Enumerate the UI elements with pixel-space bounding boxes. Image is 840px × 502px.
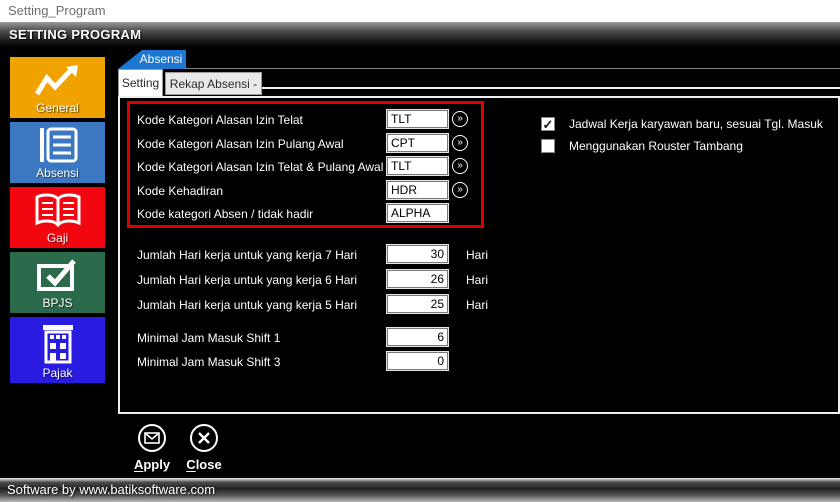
sidebar-item-label: Absensi xyxy=(36,166,79,183)
field-suffix: Hari xyxy=(466,273,488,287)
sidebar-item-label: BPJS xyxy=(42,296,72,313)
building-icon xyxy=(36,322,80,364)
attendance-list-icon xyxy=(36,126,80,164)
field-suffix: Hari xyxy=(466,248,488,262)
field-label: Kode Kategori Alasan Izin Pulang Awal xyxy=(137,137,344,151)
minimal-jam-shift1-input[interactable] xyxy=(387,328,448,346)
hari-kerja-5-input[interactable] xyxy=(387,295,448,313)
field-label: Jumlah Hari kerja untuk yang kerja 5 Har… xyxy=(137,298,357,312)
kode-izin-telat-pulang-input[interactable] xyxy=(387,157,448,175)
footer-bar: Software by www.batiksoftware.com xyxy=(0,478,840,502)
sidebar-item-label: Gaji xyxy=(47,231,68,248)
apply-button-label: Apply xyxy=(134,457,170,472)
close-button-label: Close xyxy=(186,457,221,472)
field-label: Jumlah Hari kerja untuk yang kerja 6 Har… xyxy=(137,273,357,287)
sidebar-item-pajak[interactable]: Pajak xyxy=(10,317,105,383)
field-label: Kode Kategori Alasan Izin Telat & Pulang… xyxy=(137,160,383,174)
field-label: Minimal Jam Masuk Shift 1 xyxy=(137,331,280,345)
kode-absen-input[interactable] xyxy=(387,204,448,222)
checked-box-icon xyxy=(35,256,81,294)
close-button[interactable]: Close xyxy=(180,423,228,472)
footer-text: Software by www.batiksoftware.com xyxy=(0,478,215,502)
hari-kerja-6-input[interactable] xyxy=(387,270,448,288)
field-label: Kode Kategori Alasan Izin Telat xyxy=(137,113,303,127)
hari-kerja-7-input[interactable] xyxy=(387,245,448,263)
field-label: Minimal Jam Masuk Shift 3 xyxy=(137,355,280,369)
field-label: Kode Kehadiran xyxy=(137,184,223,198)
checkbox-label: Menggunakan Rouster Tambang xyxy=(569,139,743,153)
tabstrip-top-line xyxy=(185,68,840,69)
tab-setting[interactable]: Setting xyxy=(118,69,163,96)
page-title: SETTING PROGRAM xyxy=(0,22,141,48)
x-circle-icon xyxy=(189,423,219,453)
tab-absensi[interactable]: Absensi xyxy=(118,50,186,69)
sidebar-item-general[interactable]: General xyxy=(10,57,105,118)
checkbox-jadwal-kerja[interactable]: ✓ xyxy=(541,117,555,131)
field-label: Kode kategori Absen / tidak hadir xyxy=(137,207,313,221)
kode-izin-telat-input[interactable] xyxy=(387,110,448,128)
window-title: Setting_Program xyxy=(8,3,106,18)
envelope-circle-icon xyxy=(137,423,167,453)
sidebar-item-bpjs[interactable]: BPJS xyxy=(10,252,105,313)
window-titlebar: Setting_Program xyxy=(0,0,840,22)
minimal-jam-shift3-input[interactable] xyxy=(387,352,448,370)
sidebar-item-gaji[interactable]: Gaji xyxy=(10,187,105,248)
lookup-icon[interactable]: » xyxy=(452,158,468,174)
lookup-icon[interactable]: » xyxy=(452,182,468,198)
sidebar-item-label: General xyxy=(36,101,79,118)
tab-rekap-absensi[interactable]: Rekap Absensi - 4 xyxy=(165,72,262,95)
trend-chart-icon xyxy=(32,63,84,99)
apply-button[interactable]: Apply xyxy=(128,423,176,472)
field-label: Jumlah Hari kerja untuk yang kerja 7 Har… xyxy=(137,248,357,262)
kode-kehadiran-input[interactable] xyxy=(387,181,448,199)
lookup-icon[interactable]: » xyxy=(452,111,468,127)
tabstrip-bottom-line xyxy=(260,87,840,89)
field-suffix: Hari xyxy=(466,298,488,312)
app-header: SETTING PROGRAM xyxy=(0,22,840,48)
checkbox-label: Jadwal Kerja karyawan baru, sesuai Tgl. … xyxy=(569,117,823,131)
sidebar-item-label: Pajak xyxy=(42,366,72,383)
lookup-icon[interactable]: » xyxy=(452,135,468,151)
kode-izin-pulang-awal-input[interactable] xyxy=(387,134,448,152)
open-book-icon xyxy=(33,191,83,229)
checkbox-rouster-tambang[interactable] xyxy=(541,139,555,153)
app-window: Setting_Program SETTING PROGRAM General … xyxy=(0,0,840,502)
sidebar-item-absensi[interactable]: Absensi xyxy=(10,122,105,183)
